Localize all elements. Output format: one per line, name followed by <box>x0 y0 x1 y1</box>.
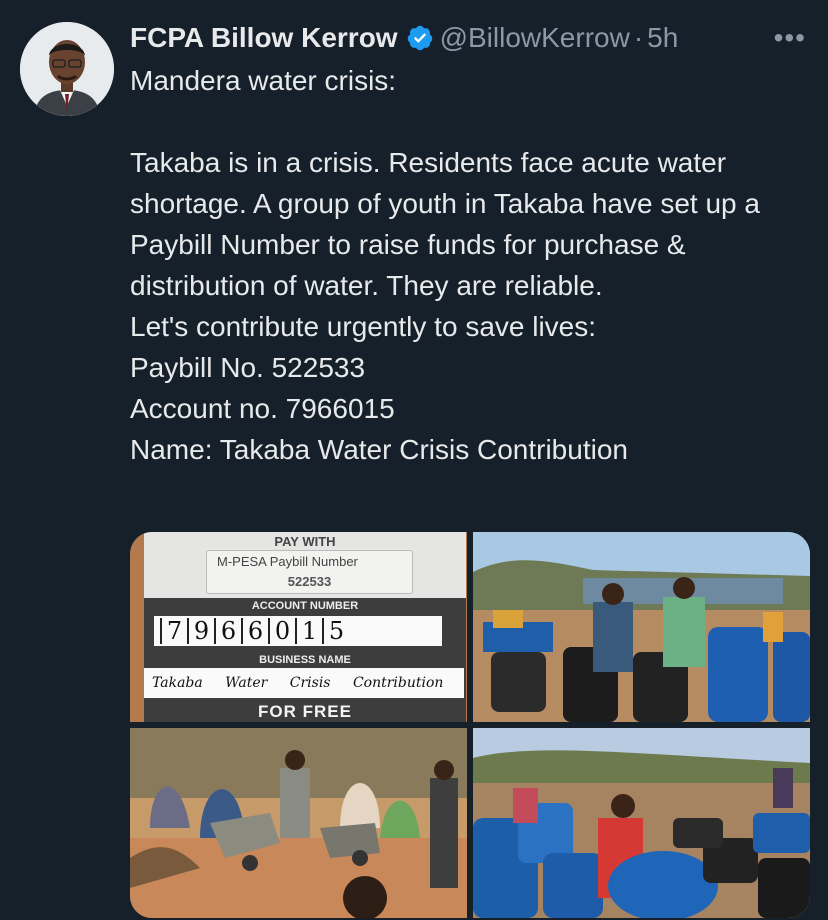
paybill-card-panel: ACCOUNT NUMBER 7 9 6 6 0 1 5 BUSINESS NA… <box>144 598 466 722</box>
mpesa-box: M-PESA Paybill Number 522533 <box>206 550 413 594</box>
avatar-photo <box>20 22 114 116</box>
account-number-label: ACCOUNT NUMBER <box>251 600 359 612</box>
author-avatar[interactable] <box>20 22 114 116</box>
photo-women-wheelbarrows <box>130 728 467 918</box>
media-photo-wheelbarrows[interactable] <box>130 728 467 918</box>
tweet-line: Let's contribute urgently to save lives: <box>130 311 597 342</box>
account-digit: 6 <box>214 618 241 644</box>
author-name[interactable]: FCPA Billow Kerrow <box>130 22 398 54</box>
photo-row-of-drums <box>473 728 810 918</box>
business-name-value: Takaba Water Crisis Contribution <box>144 668 464 698</box>
account-digit: 0 <box>268 618 295 644</box>
account-digit: 9 <box>187 618 214 644</box>
tweet-timestamp[interactable]: 5h <box>647 22 678 54</box>
paybill-number: 522533 <box>287 574 332 589</box>
photo-men-filling-drums <box>473 532 810 722</box>
tweet-line: Takaba is in a crisis. Residents face ac… <box>130 147 760 301</box>
author-handle[interactable]: @BillowKerrow <box>440 22 630 54</box>
separator-dot: · <box>633 22 644 53</box>
account-digit: 1 <box>295 618 322 644</box>
paybill-card-top: PAY WITH M-PESA Paybill Number 522533 <box>144 532 466 602</box>
tweet-header: FCPA Billow Kerrow @BillowKerrow · 5h ••… <box>130 18 812 58</box>
tweet-text: Mandera water crisis: Takaba is in a cri… <box>130 60 820 470</box>
paybill-card: PAY WITH M-PESA Paybill Number 522533 AC… <box>130 532 467 722</box>
verified-badge-icon <box>407 25 432 51</box>
business-name-label: BUSINESS NAME <box>259 654 351 666</box>
media-photo-water-drums[interactable] <box>473 532 810 722</box>
more-options-icon[interactable]: ••• <box>774 22 806 54</box>
for-free-label: FOR FREE <box>258 702 352 721</box>
media-photo-blue-drums[interactable] <box>473 728 810 918</box>
tweet-line: Mandera water crisis: <box>130 65 397 96</box>
tweet-line: Paybill No. 522533 <box>130 352 366 383</box>
account-digit: 7 <box>160 618 187 644</box>
media-grid: PAY WITH M-PESA Paybill Number 522533 AC… <box>130 532 810 918</box>
media-paybill-card[interactable]: PAY WITH M-PESA Paybill Number 522533 AC… <box>130 532 467 722</box>
account-digit: 6 <box>241 618 268 644</box>
tweet-line: Name: Takaba Water Crisis Contribution <box>130 434 628 465</box>
account-digit: 5 <box>322 618 349 644</box>
tweet-line: Account no. 7966015 <box>130 393 395 424</box>
account-number-digits: 7 9 6 6 0 1 5 <box>154 616 442 646</box>
pay-with-label: PAY WITH <box>274 534 336 549</box>
mpesa-label: M-PESA Paybill Number <box>217 554 358 569</box>
